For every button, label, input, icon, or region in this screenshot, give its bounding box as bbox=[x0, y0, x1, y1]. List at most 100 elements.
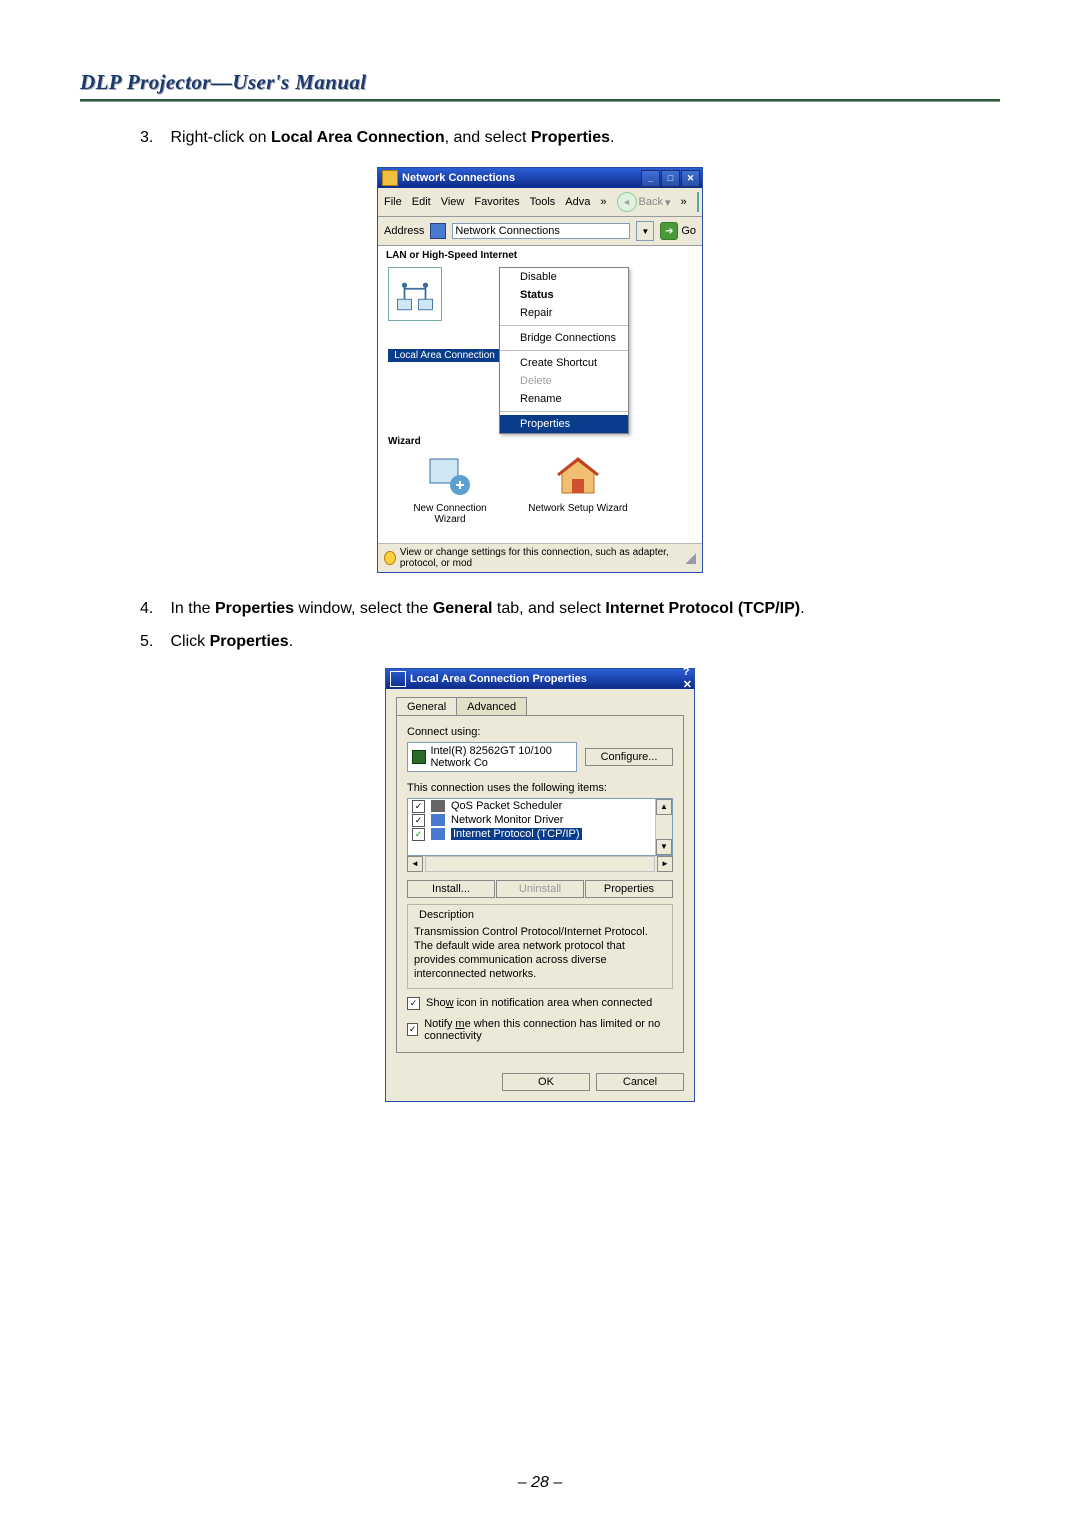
context-properties[interactable]: Properties bbox=[500, 415, 628, 433]
cancel-button[interactable]: Cancel bbox=[596, 1073, 684, 1091]
items-listbox[interactable]: ✓ QoS Packet Scheduler ✓ Network Monitor D… bbox=[407, 798, 673, 856]
menu-tools[interactable]: Tools bbox=[530, 196, 556, 208]
scroll-left-icon[interactable]: ◄ bbox=[407, 856, 423, 872]
context-status[interactable]: Status bbox=[500, 286, 628, 304]
dialog-icon bbox=[390, 671, 406, 687]
resize-grip-icon[interactable] bbox=[686, 552, 696, 564]
properties-button[interactable]: Properties bbox=[585, 880, 673, 898]
step-3-bold2: Properties bbox=[531, 129, 610, 146]
menu-view[interactable]: View bbox=[441, 196, 465, 208]
scroll-right-icon[interactable]: ► bbox=[657, 856, 673, 872]
new-connection-wizard[interactable]: New Connection Wizard bbox=[400, 455, 500, 525]
checkbox-icon[interactable]: ✓ bbox=[412, 828, 425, 841]
new-connection-wizard-label: New Connection Wizard bbox=[400, 503, 500, 525]
notify-label-a: Notify bbox=[424, 1018, 455, 1030]
step-3: 3. Right-click on Local Area Connection,… bbox=[140, 126, 1000, 149]
address-label: Address bbox=[384, 225, 424, 237]
item-monitor-label: Network Monitor Driver bbox=[451, 814, 563, 826]
tab-panel-general: Connect using: Intel(R) 82562GT 10/100 N… bbox=[396, 716, 684, 1053]
dialog-close-button[interactable]: ✕ bbox=[683, 678, 692, 691]
vertical-scrollbar[interactable]: ▲▼ bbox=[655, 799, 672, 855]
adapter-field: Intel(R) 82562GT 10/100 Network Co bbox=[407, 742, 577, 772]
horizontal-scrollbar[interactable]: ◄► bbox=[407, 856, 673, 872]
adapter-name: Intel(R) 82562GT 10/100 Network Co bbox=[430, 745, 572, 769]
context-repair[interactable]: Repair bbox=[500, 304, 628, 322]
item-tcpip[interactable]: ✓Internet Protocol (TCP/IP) bbox=[408, 827, 672, 841]
group-wizard-label: Wizard bbox=[378, 434, 702, 447]
menu-file[interactable]: File bbox=[384, 196, 402, 208]
go-label: Go bbox=[681, 225, 696, 237]
component-icon bbox=[431, 814, 445, 826]
component-icon bbox=[431, 828, 445, 840]
dialog-footer: OK Cancel bbox=[386, 1063, 694, 1101]
notify-checkbox-row[interactable]: ✓ Notify me when this connection has lim… bbox=[407, 1018, 673, 1042]
network-setup-wizard[interactable]: Network Setup Wizard bbox=[528, 455, 628, 525]
close-button[interactable]: ✕ bbox=[681, 170, 700, 187]
tab-advanced[interactable]: Advanced bbox=[456, 697, 527, 715]
go-arrow-icon: ➔ bbox=[660, 222, 678, 240]
scroll-up-icon[interactable]: ▲ bbox=[656, 799, 672, 815]
network-setup-wizard-icon bbox=[554, 455, 602, 499]
window-titlebar[interactable]: Network Connections _ □ ✕ bbox=[378, 168, 702, 188]
checkbox-icon[interactable]: ✓ bbox=[412, 800, 425, 813]
context-menu: Disable Status Repair Bridge Connections… bbox=[499, 267, 629, 434]
dialog-titlebar[interactable]: Local Area Connection Properties ? ✕ bbox=[386, 669, 694, 689]
step-4-b3: Internet Protocol (TCP/IP) bbox=[605, 600, 800, 617]
show-icon-checkbox-row[interactable]: ✓ Show icon in notification area when co… bbox=[407, 997, 673, 1010]
step-4-b1: Properties bbox=[215, 600, 294, 617]
menu-more-icon[interactable]: » bbox=[600, 196, 606, 208]
item-monitor[interactable]: ✓ Network Monitor Driver bbox=[408, 813, 672, 827]
checkbox-icon[interactable]: ✓ bbox=[412, 814, 425, 827]
minimize-button[interactable]: _ bbox=[641, 170, 660, 187]
help-button[interactable]: ? bbox=[683, 666, 692, 678]
window-title: Network Connections bbox=[402, 172, 641, 184]
step-5-t1: Click bbox=[170, 633, 209, 650]
window-icon bbox=[382, 170, 398, 186]
step-4-t3: tab, and select bbox=[492, 600, 605, 617]
show-icon-label-u: w bbox=[446, 997, 454, 1009]
group-lan-label: LAN or High-Speed Internet bbox=[378, 246, 702, 263]
checkbox-icon[interactable]: ✓ bbox=[407, 997, 420, 1010]
description-label: Description bbox=[416, 909, 477, 921]
maximize-button[interactable]: □ bbox=[661, 170, 680, 187]
page-number: – 28 – bbox=[80, 1474, 1000, 1492]
show-icon-label-b: icon in notification area when connected bbox=[454, 997, 653, 1009]
connect-using-label: Connect using: bbox=[407, 726, 673, 738]
back-icon: ◄ bbox=[617, 192, 637, 212]
menu-bar: File Edit View Favorites Tools Adva » ◄B… bbox=[378, 188, 702, 217]
context-disable[interactable]: Disable bbox=[500, 268, 628, 286]
address-icon bbox=[430, 223, 446, 239]
step-5-t2: . bbox=[289, 633, 293, 650]
status-text: View or change settings for this connect… bbox=[400, 547, 682, 569]
address-dropdown-icon[interactable]: ▼ bbox=[636, 221, 654, 241]
network-connections-window: Network Connections _ □ ✕ File Edit View… bbox=[377, 167, 703, 573]
menu-advanced[interactable]: Adva bbox=[565, 196, 590, 208]
step-4-t4: . bbox=[800, 600, 804, 617]
ok-button[interactable]: OK bbox=[502, 1073, 590, 1091]
step-5: 5. Click Properties. bbox=[140, 630, 1000, 653]
menu-edit[interactable]: Edit bbox=[412, 196, 431, 208]
step-4-t1: In the bbox=[170, 600, 214, 617]
install-button[interactable]: Install... bbox=[407, 880, 495, 898]
lan-connection-icon[interactable] bbox=[388, 267, 442, 321]
go-button[interactable]: ➔Go bbox=[660, 222, 696, 240]
toolbar-more-icon[interactable]: » bbox=[681, 196, 687, 208]
address-input[interactable] bbox=[452, 223, 630, 239]
show-icon-label-a: Sho bbox=[426, 997, 446, 1009]
configure-button[interactable]: Configure... bbox=[585, 748, 673, 766]
menu-favorites[interactable]: Favorites bbox=[474, 196, 519, 208]
context-rename[interactable]: Rename bbox=[500, 390, 628, 408]
component-icon bbox=[431, 800, 445, 812]
step-3-post: . bbox=[610, 129, 614, 146]
context-shortcut[interactable]: Create Shortcut bbox=[500, 354, 628, 372]
description-group: Description Transmission Control Protoco… bbox=[407, 904, 673, 989]
checkbox-icon[interactable]: ✓ bbox=[407, 1023, 418, 1036]
item-qos-label: QoS Packet Scheduler bbox=[451, 800, 562, 812]
item-qos[interactable]: ✓ QoS Packet Scheduler bbox=[408, 799, 672, 813]
scroll-down-icon[interactable]: ▼ bbox=[656, 839, 672, 855]
lan-connection-label: Local Area Connection bbox=[388, 349, 501, 362]
nic-icon bbox=[412, 750, 426, 764]
page-header-title: DLP Projector—User's Manual bbox=[80, 70, 1000, 95]
context-bridge[interactable]: Bridge Connections bbox=[500, 329, 628, 347]
tab-general[interactable]: General bbox=[396, 697, 457, 715]
